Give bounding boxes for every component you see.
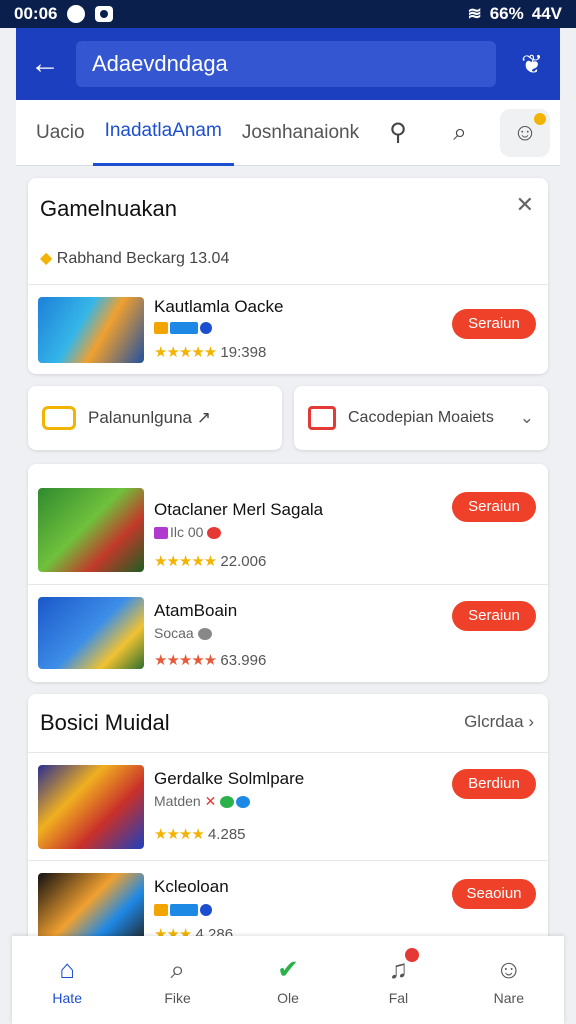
app-badges: [154, 901, 214, 917]
app-rating: ★★★★★ 22.006: [154, 553, 267, 570]
notification-badge: [405, 948, 420, 962]
search-icon: ⌕: [170, 954, 185, 984]
install-button[interactable]: Seraiun: [452, 601, 536, 631]
wifi-icon: ≋: [467, 4, 482, 23]
check-circle-icon: ✔: [277, 954, 299, 984]
install-button[interactable]: Seraiun: [452, 492, 536, 522]
app-badges: Ilc 00: [154, 524, 223, 540]
app-name: Kcleoloan: [154, 877, 229, 896]
notification-icon: [67, 5, 86, 23]
chevron-right-icon: ›: [528, 712, 534, 731]
tab-bar: Uacio InadatlaAnam Josnhanaionk ⚲ ⌕ ☺: [16, 100, 560, 166]
app-bar: ← Adaevdndaga ❦: [16, 28, 560, 100]
nav-item-home[interactable]: ⌂ Hate: [12, 936, 122, 1024]
search-input[interactable]: Adaevdndaga: [76, 41, 496, 87]
quick-link-0[interactable]: Palanunlguna ↗: [28, 386, 282, 450]
section-card: Bosici Muidal Glcrdaa › Gerdalke Solmlpa…: [28, 694, 548, 954]
person-icon: ☺: [512, 118, 538, 146]
bottom-nav: ⌂ Hate ⌕ Fike ✔ Ole ♫ Fal ☺ Nare: [12, 936, 564, 1024]
profile-button[interactable]: ☺: [500, 108, 550, 157]
person-icon: ☺: [495, 954, 523, 984]
app-list-card: Otaclaner Merl Sagala Ilc 00 ★★★★★ 22.00…: [28, 464, 548, 682]
app-badges: [154, 319, 214, 335]
featured-subtitle: ◆ Rabhand Beckarg 13.04: [40, 250, 230, 267]
app-badges: Matden ✕: [154, 793, 252, 810]
featured-app-row[interactable]: Kautlamla Oacke ★★★★★ 19:398 Seraiun: [28, 284, 548, 374]
quick-link-1[interactable]: Cacodepian Moaiets ⌄: [294, 386, 548, 450]
featured-title: Gamelnuakan: [40, 196, 177, 221]
app-thumbnail: [38, 488, 144, 572]
status-battery: 66%: [489, 4, 524, 23]
status-signal: 44V: [531, 4, 562, 23]
app-badges: Socaa: [154, 625, 214, 641]
app-thumbnail: [38, 873, 144, 943]
app-thumbnail: [38, 597, 144, 669]
app-rating: ★★★★★ 63.996: [154, 652, 267, 669]
chevron-down-icon[interactable]: ⌄: [520, 408, 534, 428]
camera-icon: [95, 6, 114, 22]
store-icon: [308, 406, 336, 430]
tab-2[interactable]: Josnhanaionk: [234, 100, 367, 166]
nav-item-check[interactable]: ✔ Ole: [233, 936, 343, 1024]
see-all-link[interactable]: Glcrdaa ›: [464, 712, 534, 732]
nav-item-search[interactable]: ⌕ Fike: [122, 936, 232, 1024]
app-rating: ★★★★★ 19:398: [154, 344, 267, 361]
stars-icon: ★★★★: [154, 826, 205, 843]
install-button[interactable]: Berdiun: [452, 769, 536, 799]
filter-icon[interactable]: ❦: [516, 48, 548, 80]
notification-badge: [534, 112, 546, 125]
app-name: Otaclaner Merl Sagala: [154, 500, 324, 519]
install-button[interactable]: Seraiun: [452, 309, 536, 339]
app-name: Kautlamla Oacke: [154, 297, 284, 316]
location-icon[interactable]: ⚲: [376, 111, 420, 155]
list-item[interactable]: AtamBoain Socaa ★★★★★ 63.996 Seraiun: [28, 584, 548, 682]
app-thumbnail: [38, 297, 144, 363]
status-time: 00:06: [14, 4, 58, 23]
stars-icon: ★★★★★: [154, 553, 217, 570]
search-icon[interactable]: ⌕: [438, 111, 482, 155]
app-thumbnail: [38, 765, 144, 849]
status-bar: 00:06 ≋ 66% 44V: [0, 0, 576, 28]
list-item[interactable]: Otaclaner Merl Sagala Ilc 00 ★★★★★ 22.00…: [28, 464, 548, 584]
section-title: Bosici Muidal: [40, 710, 170, 735]
back-arrow-icon[interactable]: ←: [28, 47, 62, 81]
tab-0[interactable]: Uacio: [16, 100, 93, 166]
tab-1[interactable]: InadatlaAnam: [92, 100, 234, 166]
app-name: AtamBoain: [154, 601, 238, 620]
app-rating: ★★★★ 4.285: [154, 826, 246, 843]
app-name: Gerdalke Solmlpare: [154, 769, 305, 788]
nav-item-notifications[interactable]: ♫ Fal: [343, 936, 453, 1024]
close-icon[interactable]: ✕: [516, 192, 534, 218]
tag-icon: ◆: [40, 250, 53, 267]
featured-card: Gamelnuakan ✕ ◆ Rabhand Beckarg 13.04 Ka…: [28, 178, 548, 374]
gamepad-icon: [42, 406, 76, 430]
install-button[interactable]: Seaoiun: [452, 879, 536, 909]
stars-icon: ★★★★★: [154, 344, 217, 361]
nav-item-profile[interactable]: ☺ Nare: [454, 936, 564, 1024]
list-item[interactable]: Gerdalke Solmlpare Matden ✕ ★★★★ 4.285 B…: [28, 752, 548, 860]
stars-icon: ★★★★★: [154, 652, 217, 669]
home-icon: ⌂: [59, 954, 76, 984]
